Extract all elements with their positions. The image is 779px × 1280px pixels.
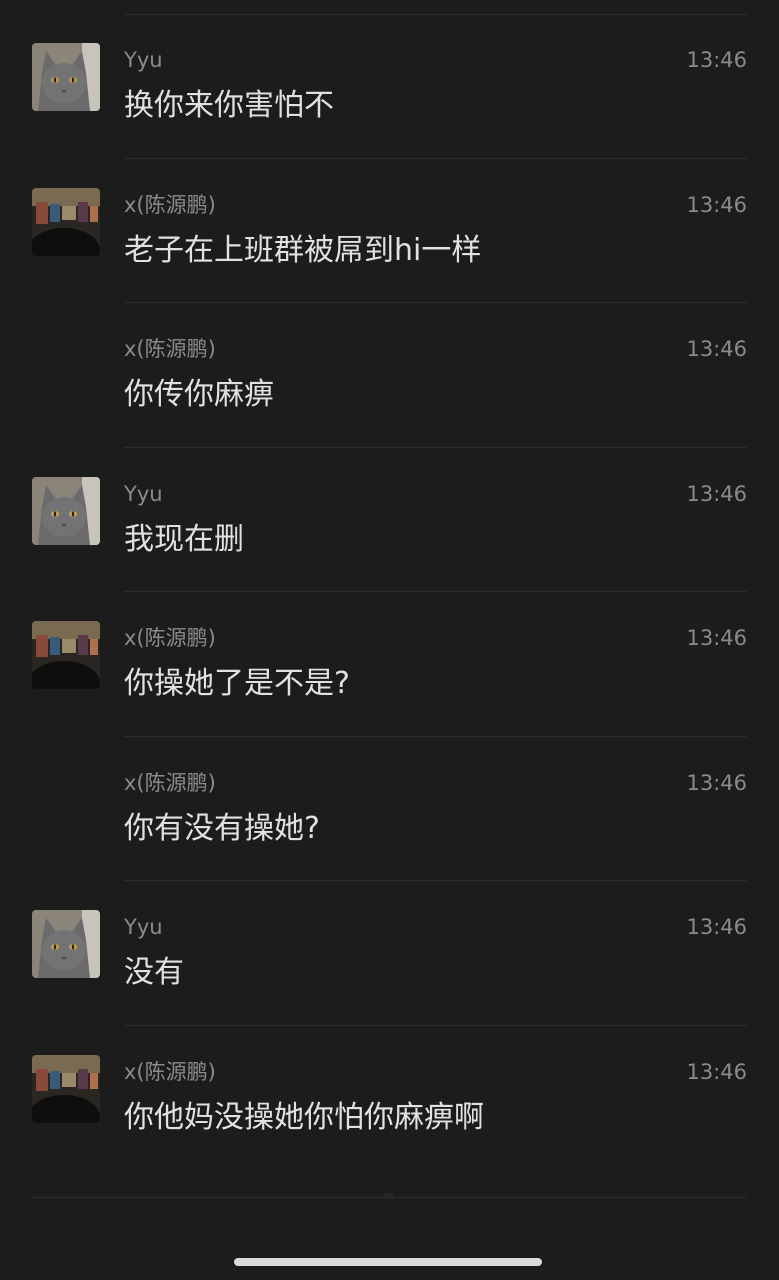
chat-message-list[interactable]: Yyu 13:46 换你来你害怕不 x(陈源鹏) 13:46 老子在上班群被屌到… <box>0 0 779 1280</box>
room-photo-avatar-icon <box>32 1054 100 1123</box>
message-item[interactable]: Yyu 13:46 换你来你害怕不 <box>0 14 779 159</box>
avatar-yyu[interactable] <box>32 476 100 545</box>
message-text: 换你来你害怕不 <box>124 88 334 123</box>
message-time: 13:46 <box>686 337 747 361</box>
avatar-yyu[interactable] <box>32 910 100 978</box>
message-text: 你有没有操她? <box>124 810 320 846</box>
message-text: 你他妈没操她你怕你麻痹啊 <box>124 1099 484 1135</box>
sender-name: x(陈源鹏) <box>124 1059 216 1084</box>
room-photo-avatar-icon <box>32 187 100 256</box>
avatar-yyu[interactable] <box>32 43 100 111</box>
message-item[interactable]: x(陈源鹏) 13:46 你操她了是不是? <box>0 592 779 737</box>
sender-name: x(陈源鹏) <box>124 770 216 795</box>
message-time: 13:46 <box>686 626 747 650</box>
cat-avatar-icon <box>32 910 100 978</box>
message-item[interactable]: x(陈源鹏) 13:46 你他妈没操她你怕你麻痹啊 <box>0 1026 779 1171</box>
avatar-x[interactable] <box>32 187 100 256</box>
sender-name: Yyu <box>124 915 163 939</box>
message-time: 13:46 <box>686 915 747 939</box>
sender-name: x(陈源鹏) <box>124 192 216 217</box>
message-item[interactable]: Yyu 13:46 我现在删 <box>0 448 779 592</box>
message-text: 老子在上班群被屌到hi一样 <box>124 232 482 268</box>
room-photo-avatar-icon <box>32 621 100 689</box>
scroll-indicator <box>384 1193 394 1199</box>
message-item[interactable]: x(陈源鹏) 13:46 你有没有操她? <box>0 737 779 881</box>
message-text: 没有 <box>124 955 184 990</box>
sender-name: Yyu <box>124 481 163 506</box>
message-time: 13:46 <box>686 770 747 795</box>
cat-avatar-icon <box>32 43 100 111</box>
cat-avatar-icon <box>32 476 100 545</box>
message-time: 13:46 <box>686 481 747 506</box>
message-text: 你操她了是不是? <box>124 666 350 701</box>
message-time: 13:46 <box>686 1059 747 1084</box>
message-time: 13:46 <box>686 48 747 72</box>
message-item[interactable]: x(陈源鹏) 13:46 你传你麻痹 <box>0 303 779 448</box>
avatar-x[interactable] <box>32 1054 100 1123</box>
message-time: 13:46 <box>686 192 747 217</box>
message-text: 我现在删 <box>124 521 244 557</box>
message-text: 你传你麻痹 <box>124 377 274 412</box>
message-item[interactable]: x(陈源鹏) 13:46 老子在上班群被屌到hi一样 <box>0 159 779 303</box>
sender-name: Yyu <box>124 48 163 72</box>
sender-name: x(陈源鹏) <box>124 337 216 361</box>
home-indicator-bar[interactable] <box>234 1258 542 1266</box>
message-item[interactable]: Yyu 13:46 没有 <box>0 881 779 1026</box>
sender-name: x(陈源鹏) <box>124 626 216 650</box>
avatar-x[interactable] <box>32 621 100 689</box>
